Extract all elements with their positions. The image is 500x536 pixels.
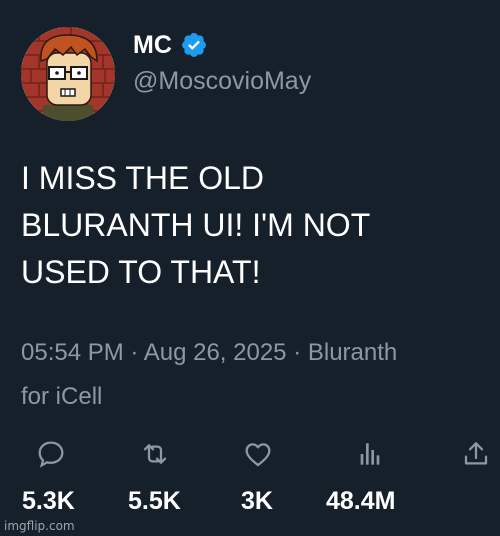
- user-handle[interactable]: @MoscovioMay: [133, 66, 311, 96]
- tweet-text-line: BLURANTH UI! I'M NOT: [21, 207, 371, 243]
- timestamp-and-source[interactable]: 05:54 PM · Aug 26, 2025 · Bluranth: [21, 331, 491, 375]
- view-count: 48.4M: [326, 487, 396, 515]
- avatar-image: [21, 27, 115, 121]
- display-name-row[interactable]: MC: [133, 30, 208, 60]
- verified-badge-icon: [180, 31, 208, 59]
- retweet-count: 5.5K: [128, 487, 181, 515]
- avatar[interactable]: [21, 27, 115, 121]
- views-icon[interactable]: [354, 438, 386, 470]
- like-icon[interactable]: [242, 438, 274, 470]
- reply-icon[interactable]: [35, 438, 67, 470]
- tweet-text-line: USED TO THAT!: [21, 254, 261, 290]
- like-count: 3K: [241, 487, 273, 515]
- watermark: imgflip.com: [4, 519, 75, 533]
- share-icon[interactable]: [460, 438, 492, 470]
- reply-count: 5.3K: [22, 487, 75, 515]
- tweet-text-line: I MISS THE OLD: [21, 160, 265, 196]
- action-bar: [0, 438, 500, 472]
- tweet-text: I MISS THE OLD BLURANTH UI! I'M NOT USED…: [21, 155, 481, 296]
- display-name[interactable]: MC: [133, 30, 172, 60]
- engagement-stats: 5.3K 5.5K 3K 48.4M: [0, 485, 500, 517]
- tweet-metadata: 05:54 PM · Aug 26, 2025 · Bluranth for i…: [21, 331, 491, 419]
- source-client[interactable]: for iCell: [21, 375, 491, 419]
- retweet-icon[interactable]: [139, 438, 171, 470]
